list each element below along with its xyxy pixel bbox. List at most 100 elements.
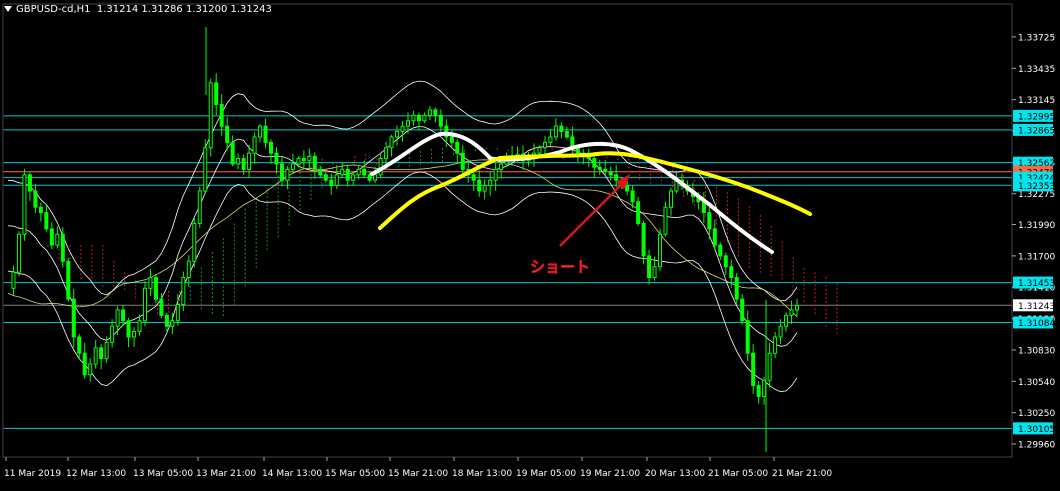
candle-body (33, 190, 38, 208)
candle-body (312, 155, 317, 170)
candle-body (230, 141, 235, 165)
x-tick-label-3: 13 Mar 21:00 (196, 469, 256, 479)
candle-body (16, 233, 21, 273)
annotation-label: ショート (530, 258, 590, 276)
candle-body (630, 190, 635, 203)
candle-body (93, 347, 98, 365)
candle-body (49, 228, 54, 246)
candle-body (137, 320, 142, 333)
candle-body (488, 179, 493, 187)
x-tick-label-11: 21 Mar 05:00 (708, 469, 768, 479)
candle-body (778, 325, 783, 338)
candle-body (274, 152, 279, 165)
candle-body (455, 141, 460, 154)
candle-body (88, 363, 93, 376)
candle-body (99, 347, 104, 360)
candle-body (323, 174, 328, 181)
candle-body (186, 260, 191, 279)
candle-body (477, 179, 482, 192)
y-tick-label-13: 1.29960 (1018, 441, 1055, 451)
candle-body (126, 320, 131, 338)
candle-body (384, 147, 389, 160)
candle-body (745, 320, 750, 354)
x-tick-label-5: 15 Mar 05:00 (325, 469, 385, 479)
candle-body (247, 152, 252, 170)
candle-body (789, 309, 794, 316)
x-tick-label-8: 19 Mar 05:00 (516, 469, 576, 479)
candle-body (351, 174, 356, 181)
candle-body (658, 233, 663, 268)
candle-body (712, 228, 717, 246)
candlesticks (11, 27, 800, 452)
candle-body (537, 147, 542, 154)
chart-header: GBPUSD-cd,H1 1.31214 1.31286 1.31200 1.3… (4, 3, 272, 17)
candle-body (641, 222, 646, 257)
candle-body (356, 168, 361, 176)
x-tick-label-2: 13 Mar 05:00 (133, 469, 193, 479)
candle-body (438, 114, 443, 127)
candle-body (241, 158, 246, 170)
trend-drawings (370, 131, 812, 254)
candle-body (668, 190, 673, 208)
candle-body (203, 147, 208, 192)
candle-body (82, 352, 87, 376)
candle-body (192, 222, 197, 262)
candle-body (279, 163, 284, 181)
candle-body (258, 125, 263, 138)
candle-body (564, 131, 569, 138)
candle-body (614, 174, 619, 181)
dropdown-triangle-icon[interactable] (4, 6, 12, 12)
candle-body (148, 277, 153, 289)
candle-body (219, 104, 224, 127)
candle-body (373, 174, 378, 181)
candle-body (164, 314, 169, 327)
candle-body (115, 309, 120, 327)
y-tick-label-6: 1.31990 (1018, 221, 1055, 231)
candle-body (290, 163, 295, 170)
candle-body (263, 125, 268, 143)
level-label-9: 1.30105 (1018, 425, 1055, 435)
y-tick-label-11: 1.30540 (1018, 378, 1055, 388)
candle-body (153, 277, 158, 300)
candle-body (647, 255, 652, 279)
candle-body (11, 271, 16, 289)
x-tick-label-0: 11 Mar 2019 (4, 469, 61, 479)
candle-body (197, 190, 202, 224)
x-tick-label-7: 18 Mar 13:00 (452, 469, 512, 479)
time-axis: 11 Mar 2019 12 Mar 13:00 13 Mar 05:00 13 Ma… (4, 457, 832, 479)
plot-frame (2, 3, 1013, 458)
candle-body (559, 125, 564, 133)
candle-body (268, 141, 274, 154)
candle-body (318, 168, 323, 176)
candle-body (625, 185, 630, 192)
candle-body (723, 255, 728, 268)
x-tick-label-9: 19 Mar 21:00 (580, 469, 640, 479)
candle-body (592, 158, 597, 168)
candle-body (449, 136, 454, 143)
candle-body (38, 206, 43, 214)
price-chart[interactable]: 1.337251.334351.331451.328551.325651.322… (0, 0, 1060, 487)
bollinger-lower (7, 171, 798, 393)
level-label-5: 1.32353 (1018, 182, 1055, 192)
candle-body (767, 352, 772, 381)
candle-body (367, 174, 372, 181)
candle-body (718, 244, 723, 257)
candle-body (71, 298, 76, 338)
candle-body (225, 125, 230, 143)
level-label-8: 1.31084 (1018, 319, 1055, 329)
candle-body (405, 120, 410, 127)
arrow-shaft (559, 181, 625, 247)
symbol-label: GBPUSD-cd,H1 (16, 4, 91, 15)
chart-window[interactable]: 1.337251.334351.331451.328551.325651.322… (0, 0, 1060, 487)
candle-body (159, 298, 164, 316)
candle-body (395, 131, 400, 138)
candle-body (784, 314, 789, 327)
candle-body (60, 233, 65, 262)
candle-body (400, 125, 405, 133)
candle-body (729, 266, 734, 279)
candle-body (427, 109, 432, 116)
candle-body (236, 158, 241, 165)
candle-body (66, 260, 71, 300)
candle-body (762, 379, 767, 397)
candle-body (121, 309, 126, 322)
